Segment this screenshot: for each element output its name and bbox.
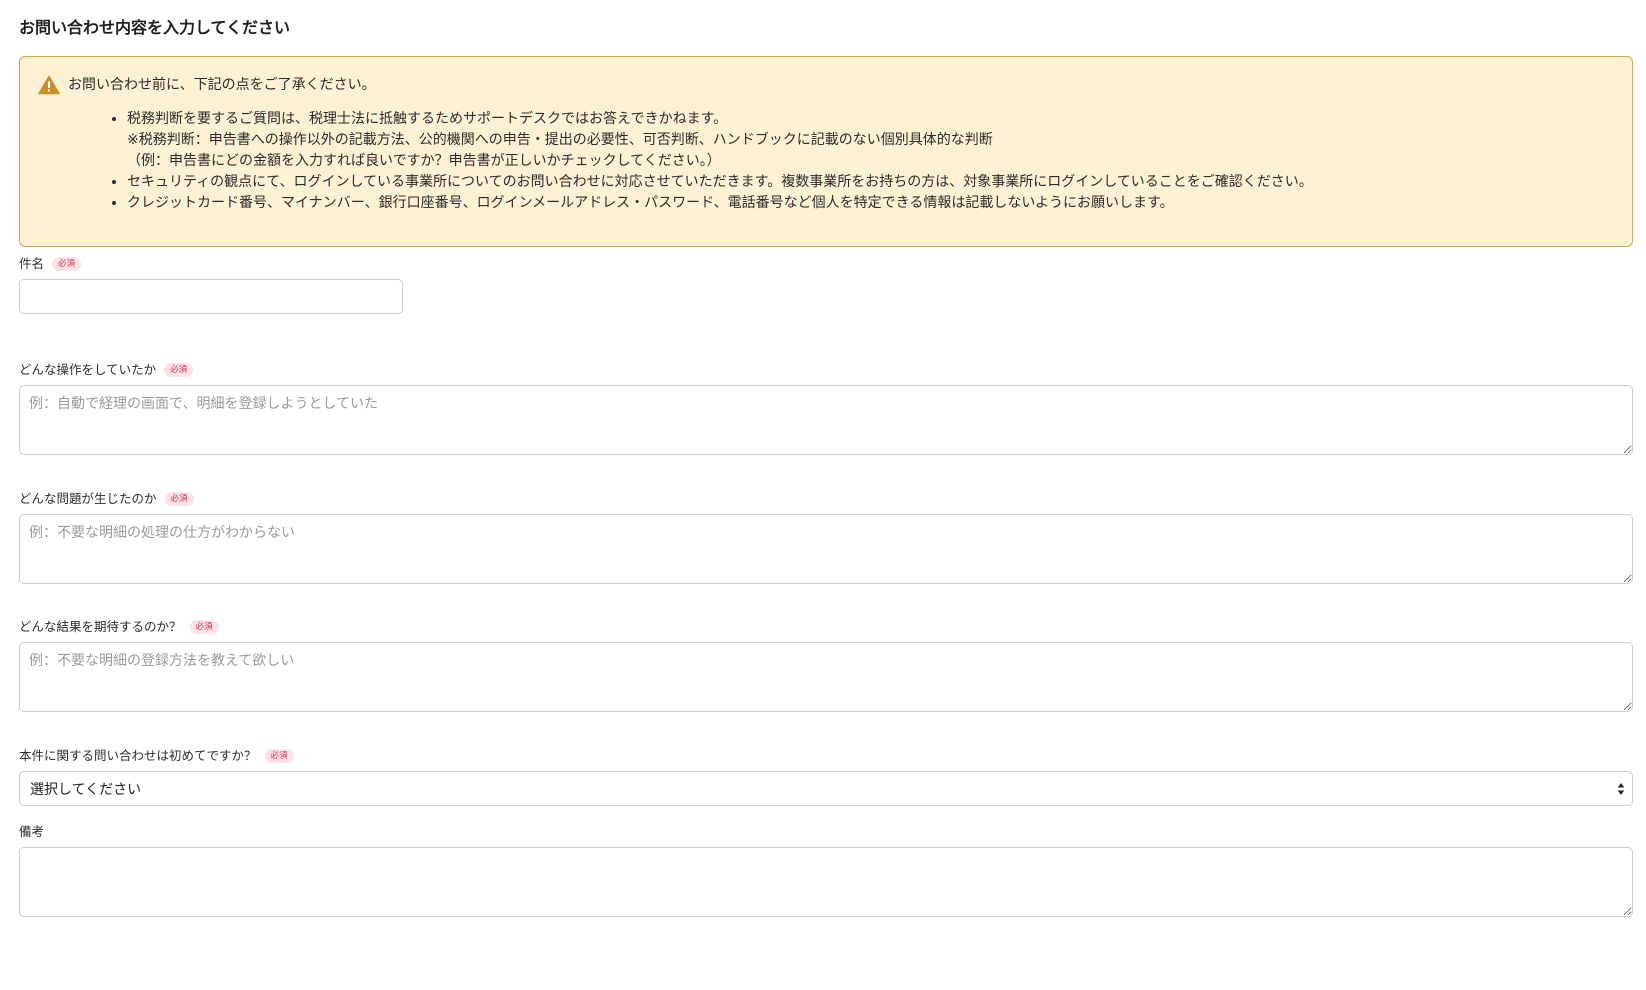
remarks-field: 備考 bbox=[19, 823, 1633, 917]
notice-item-privacy: クレジットカード番号、マイナンバー、銀行口座番号、ログインメールアドレス・パスワ… bbox=[127, 193, 1612, 214]
notice-line: セキュリティの観点にて、ログインしている事業所についてのお問い合わせに対応させて… bbox=[127, 174, 1313, 190]
operation-field: どんな操作をしていたか 必須 bbox=[19, 361, 1633, 455]
required-badge: 必須 bbox=[52, 257, 82, 271]
first-time-select-value: 選択してください bbox=[30, 781, 142, 798]
required-badge: 必須 bbox=[264, 749, 294, 763]
expected-textarea[interactable] bbox=[19, 642, 1633, 712]
operation-label: どんな操作をしていたか bbox=[19, 362, 157, 377]
subject-input[interactable] bbox=[19, 279, 403, 314]
notice-line: クレジットカード番号、マイナンバー、銀行口座番号、ログインメールアドレス・パスワ… bbox=[127, 195, 1174, 211]
notice-box: お問い合わせ前に、下記の点をご了承ください。 税務判断を要するご質問は、税理士法… bbox=[19, 56, 1633, 247]
notice-line: ※税務判断：申告書への操作以外の記載方法、公的機関への申告・提出の必要性、可否判… bbox=[127, 132, 993, 148]
remarks-textarea[interactable] bbox=[19, 847, 1633, 917]
operation-textarea[interactable] bbox=[19, 385, 1633, 455]
required-badge: 必須 bbox=[164, 492, 194, 506]
subject-label-row: 件名 必須 bbox=[19, 255, 403, 273]
notice-list: 税務判断を要するご質問は、税理士法に抵触するためサポートデスクではお答えできかね… bbox=[38, 109, 1612, 214]
first-time-label: 本件に関する問い合わせは初めてですか？ bbox=[19, 748, 257, 763]
select-arrows-icon bbox=[1617, 783, 1625, 795]
notice-line: 税務判断を要するご質問は、税理士法に抵触するためサポートデスクではお答えできかね… bbox=[127, 111, 728, 127]
notice-item-security: セキュリティの観点にて、ログインしている事業所についてのお問い合わせに対応させて… bbox=[127, 172, 1612, 193]
expected-label: どんな結果を期待するのか？ bbox=[19, 619, 182, 634]
expected-label-row: どんな結果を期待するのか？ 必須 bbox=[19, 618, 1633, 636]
subject-label: 件名 bbox=[19, 256, 45, 271]
page-title: お問い合わせ内容を入力してください bbox=[19, 18, 291, 37]
problem-label-row: どんな問題が生じたのか 必須 bbox=[19, 490, 1633, 508]
problem-textarea[interactable] bbox=[19, 514, 1633, 584]
remarks-label: 備考 bbox=[19, 824, 45, 839]
required-badge: 必須 bbox=[164, 363, 194, 377]
notice-heading-row: お問い合わせ前に、下記の点をご了承ください。 bbox=[38, 75, 1612, 95]
warning-triangle-icon bbox=[38, 75, 60, 95]
subject-field: 件名 必須 bbox=[19, 255, 403, 314]
inquiry-form-page: お問い合わせ内容を入力してください お問い合わせ前に、下記の点をご了承ください。… bbox=[0, 0, 1646, 990]
operation-label-row: どんな操作をしていたか 必須 bbox=[19, 361, 1633, 379]
first-time-field: 本件に関する問い合わせは初めてですか？ 必須 選択してください bbox=[19, 747, 1633, 806]
expected-field: どんな結果を期待するのか？ 必須 bbox=[19, 618, 1633, 712]
remarks-label-row: 備考 bbox=[19, 823, 1633, 841]
required-badge: 必須 bbox=[189, 620, 219, 634]
first-time-select[interactable]: 選択してください bbox=[19, 771, 1633, 806]
problem-label: どんな問題が生じたのか bbox=[19, 491, 157, 506]
first-time-label-row: 本件に関する問い合わせは初めてですか？ 必須 bbox=[19, 747, 1633, 765]
notice-line: （例：申告書にどの金額を入力すれば良いですか？申告書が正しいかチェックしてくださ… bbox=[127, 153, 721, 169]
problem-field: どんな問題が生じたのか 必須 bbox=[19, 490, 1633, 584]
notice-item-tax: 税務判断を要するご質問は、税理士法に抵触するためサポートデスクではお答えできかね… bbox=[127, 109, 1612, 172]
notice-heading: お問い合わせ前に、下記の点をご了承ください。 bbox=[68, 77, 376, 93]
